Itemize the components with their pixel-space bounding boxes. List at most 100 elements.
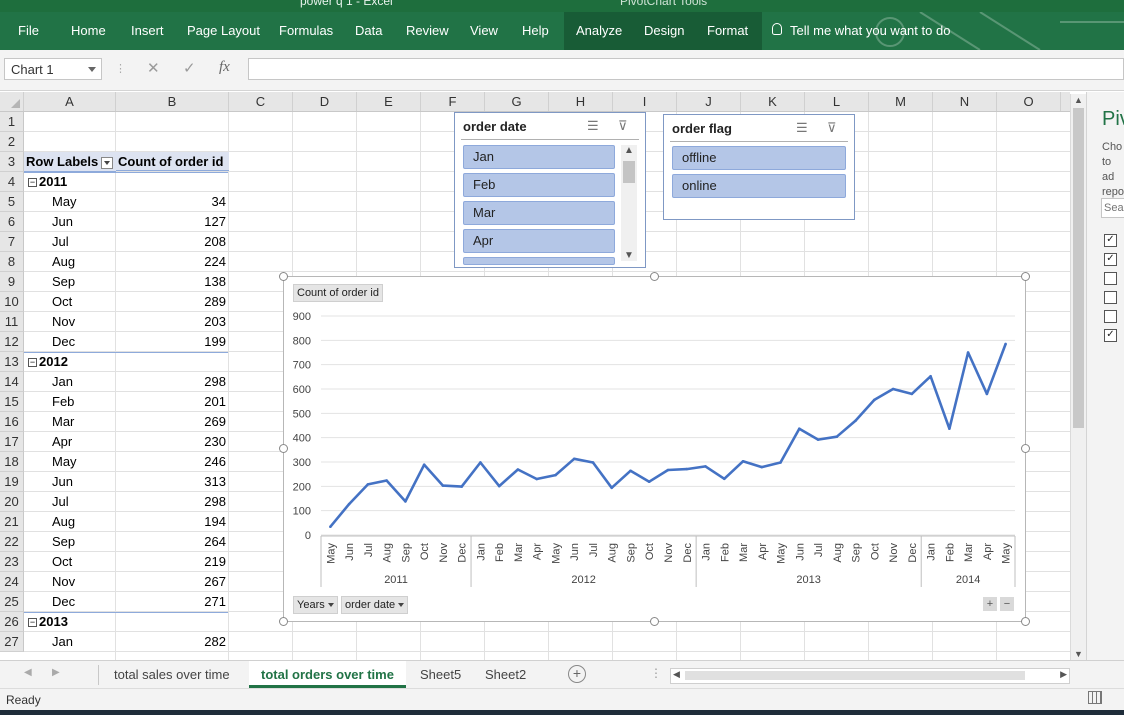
scroll-thumb[interactable] [623, 161, 635, 183]
pivot-count-value[interactable]: 246 [116, 452, 226, 472]
vertical-scrollbar[interactable]: ▲ ▼ [1070, 94, 1087, 660]
years-field-button[interactable]: Years [293, 596, 338, 614]
clear-filter-icon[interactable]: ⊽ [827, 120, 837, 136]
slicer-item-partial[interactable] [463, 257, 615, 265]
filter-dropdown-icon[interactable] [101, 156, 114, 169]
pivot-count-value[interactable]: 138 [116, 272, 226, 292]
field-search-input[interactable] [1101, 198, 1124, 218]
resize-handle[interactable] [650, 272, 659, 281]
sheet-tab-sheet2[interactable]: Sheet2 [473, 661, 538, 688]
column-header-b[interactable]: B [116, 92, 229, 111]
tab-page-layout[interactable]: Page Layout [187, 12, 260, 50]
tab-format[interactable]: Format [707, 12, 748, 50]
scroll-thumb[interactable] [685, 671, 1025, 680]
pivot-month-label[interactable]: May [52, 192, 77, 212]
row-header[interactable]: 9 [0, 272, 24, 292]
pivot-count-value[interactable]: 282 [116, 632, 226, 652]
pivot-month-label[interactable]: Sep [52, 532, 75, 552]
sheet-tab-sheet5[interactable]: Sheet5 [408, 661, 473, 688]
row-header[interactable]: 8 [0, 252, 24, 272]
pivot-year-row[interactable]: −2011 [28, 172, 67, 192]
pivot-chart[interactable]: Count of order id 0 100 200 300 400 500 600 700… [283, 276, 1026, 622]
scroll-down-icon[interactable]: ▼ [624, 250, 634, 261]
collapse-icon[interactable]: − [28, 618, 37, 627]
column-header-l[interactable]: L [805, 92, 869, 111]
cancel-icon[interactable]: ✕ [147, 59, 160, 77]
pivot-month-label[interactable]: Jul [52, 492, 69, 512]
row-header[interactable]: 15 [0, 392, 24, 412]
row-header[interactable]: 1 [0, 112, 24, 132]
row-header[interactable]: 23 [0, 552, 24, 572]
column-header-a[interactable]: A [24, 92, 116, 111]
row-header[interactable]: 5 [0, 192, 24, 212]
field-checkbox[interactable] [1104, 272, 1117, 285]
pivot-month-label[interactable]: Sep [52, 272, 75, 292]
scroll-up-icon[interactable]: ▲ [624, 145, 634, 156]
sheet-tab-total-orders[interactable]: total orders over time [249, 661, 406, 688]
pivot-count-value[interactable]: 127 [116, 212, 226, 232]
slicer-item-apr[interactable]: Apr [463, 229, 615, 253]
chevron-down-icon[interactable] [88, 67, 96, 72]
column-header-g[interactable]: G [485, 92, 549, 111]
resize-handle[interactable] [650, 617, 659, 626]
row-header[interactable]: 18 [0, 452, 24, 472]
row-header[interactable]: 16 [0, 412, 24, 432]
horizontal-scrollbar[interactable]: ◀ ▶ [670, 668, 1070, 684]
column-header-j[interactable]: J [677, 92, 741, 111]
tell-me-box[interactable]: Tell me what you want to do [790, 12, 950, 50]
pivot-count-value[interactable]: 264 [116, 532, 226, 552]
field-checkbox[interactable] [1104, 310, 1117, 323]
field-checkbox[interactable]: ✓ [1104, 234, 1117, 247]
pivot-count-value[interactable]: 271 [116, 592, 226, 612]
pivot-count-value[interactable]: 267 [116, 572, 226, 592]
pivot-month-label[interactable]: Aug [52, 252, 75, 272]
slicer-item-offline[interactable]: offline [672, 146, 846, 170]
tab-scroll-left-icon[interactable]: ◀ [24, 667, 32, 678]
field-checkbox[interactable] [1104, 291, 1117, 304]
pivot-count-value[interactable]: 298 [116, 372, 226, 392]
clear-filter-icon[interactable]: ⊽ [618, 118, 628, 134]
resize-handle[interactable] [279, 617, 288, 626]
expand-field-button[interactable]: + [983, 597, 997, 611]
pivot-count-value[interactable]: 289 [116, 292, 226, 312]
pivot-year-row[interactable]: −2013 [28, 612, 68, 632]
pivot-count-value[interactable]: 298 [116, 492, 226, 512]
pivot-count-value[interactable]: 219 [116, 552, 226, 572]
column-header-d[interactable]: D [293, 92, 357, 111]
tab-scroll-right-icon[interactable]: ▶ [52, 667, 60, 678]
tab-help[interactable]: Help [522, 12, 549, 50]
slicer-order-date[interactable]: order date ☰ ⊽ Jan Feb Mar Apr ▲ ▼ [454, 112, 646, 268]
row-header[interactable]: 21 [0, 512, 24, 532]
pivot-count-value[interactable]: 199 [116, 332, 226, 352]
row-header[interactable]: 10 [0, 292, 24, 312]
column-header-c[interactable]: C [229, 92, 293, 111]
select-all-corner[interactable] [0, 92, 24, 111]
formula-input[interactable] [248, 58, 1124, 80]
slicer-item-feb[interactable]: Feb [463, 173, 615, 197]
slicer-order-flag[interactable]: order flag ☰ ⊽ offline online [663, 114, 855, 220]
pivot-month-label[interactable]: Oct [52, 552, 72, 572]
pivot-row-labels-header[interactable]: Row Labels [24, 152, 116, 172]
pivot-year-row[interactable]: −2012 [28, 352, 68, 372]
tab-analyze[interactable]: Analyze [576, 12, 622, 50]
pivot-count-value[interactable]: 269 [116, 412, 226, 432]
pivot-month-label[interactable]: Jul [52, 232, 69, 252]
tab-file[interactable]: File [18, 12, 39, 50]
row-header[interactable]: 4 [0, 172, 24, 192]
pivot-month-label[interactable]: Jun [52, 472, 73, 492]
pivot-value-header[interactable]: Count of order id [116, 152, 229, 171]
row-header[interactable]: 20 [0, 492, 24, 512]
row-header[interactable]: 7 [0, 232, 24, 252]
order-date-field-button[interactable]: order date [341, 596, 409, 614]
tab-design[interactable]: Design [644, 12, 684, 50]
row-header[interactable]: 13 [0, 352, 24, 372]
tab-data[interactable]: Data [355, 12, 382, 50]
pivot-month-label[interactable]: Aug [52, 512, 75, 532]
row-header[interactable]: 24 [0, 572, 24, 592]
column-header-h[interactable]: H [549, 92, 613, 111]
resize-handle[interactable] [1021, 617, 1030, 626]
multi-select-icon[interactable]: ☰ [796, 120, 808, 136]
slicer-item-online[interactable]: online [672, 174, 846, 198]
sheet-tab-total-sales[interactable]: total sales over time [102, 661, 242, 688]
column-header-m[interactable]: M [869, 92, 933, 111]
